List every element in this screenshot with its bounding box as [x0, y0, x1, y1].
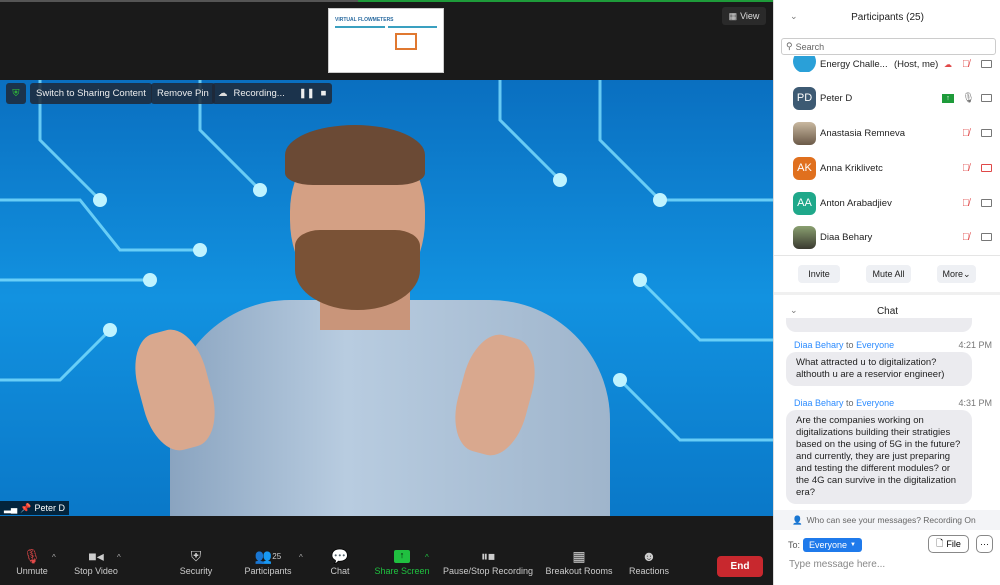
video-camera-icon[interactable]: [981, 129, 992, 137]
speaker-hair: [285, 125, 425, 185]
thumbnail-title: VIRTUAL FLOWMETERS: [335, 17, 394, 23]
muted-mic-icon: 🎙: [23, 547, 41, 564]
chat-message: Are the companies working on digitalizat…: [786, 410, 972, 504]
visibility-note[interactable]: 👤 Who can see your messages? Recording On: [774, 510, 1000, 530]
video-camera-icon[interactable]: [981, 60, 992, 68]
divider: [774, 255, 1000, 256]
share-indicator-line: [358, 0, 773, 2]
participant-row[interactable]: Diaa Behary 🎙̸: [774, 220, 1000, 254]
participant-row[interactable]: PD Peter D ↑ 🎙: [774, 81, 1000, 115]
shared-content-thumbnail[interactable]: VIRTUAL FLOWMETERS: [328, 8, 444, 73]
host-avatar-logo: [793, 56, 816, 72]
muted-mic-icon[interactable]: 🎙̸: [962, 198, 970, 209]
avatar: AK: [793, 156, 816, 180]
invite-button[interactable]: Invite: [798, 265, 840, 283]
chat-message: What attracted u to digitalization? alth…: [786, 352, 972, 386]
chat-bubble-icon: 💬: [331, 547, 349, 564]
more-button[interactable]: More ⌄: [937, 265, 976, 283]
pause-stop-recording-button[interactable]: ⏸⏹ Pause/Stop Recording: [442, 546, 534, 577]
grid-icon: ▦: [728, 10, 738, 21]
video-options-caret[interactable]: ^: [117, 553, 121, 562]
search-icon: ⚲: [786, 41, 793, 51]
view-button[interactable]: ▦ View: [722, 7, 766, 25]
participants-title: Participants (25): [851, 12, 924, 23]
muted-mic-icon[interactable]: 🎙̸: [962, 59, 970, 70]
share-arrow-icon: ↑: [394, 549, 410, 563]
audio-options-caret[interactable]: ^: [52, 553, 56, 562]
participants-search-input[interactable]: ⚲ Search: [781, 38, 996, 55]
avatar: AA: [793, 191, 816, 215]
muted-mic-icon[interactable]: 🎙̸: [962, 232, 970, 243]
chat-more-button[interactable]: ···: [976, 535, 993, 553]
participant-row[interactable]: AK Anna Kriklivetc 🎙̸: [774, 151, 1000, 185]
video-off-icon[interactable]: [981, 164, 992, 172]
mute-all-button[interactable]: Mute All: [866, 265, 911, 283]
pin-icon: 📌: [20, 502, 32, 513]
file-icon: 🗋: [936, 538, 944, 548]
participants-button[interactable]: 👥 25 Participants: [240, 546, 296, 577]
muted-mic-icon[interactable]: 🎙̸: [962, 163, 970, 174]
message-time: 4:31 PM: [958, 398, 992, 408]
avatar-photo: [793, 225, 816, 249]
chat-button[interactable]: 💬 Chat: [325, 546, 355, 577]
speaker-name-label: ▂▄ 📌 Peter D: [0, 501, 70, 515]
file-button[interactable]: 🗋 File: [928, 535, 969, 553]
security-button[interactable]: ⛨ Security: [176, 546, 216, 577]
to-label: To:: [788, 540, 801, 550]
speaker-body: [170, 300, 610, 516]
stop-icon[interactable]: ■: [321, 88, 327, 99]
recording-indicator[interactable]: ☁ Recording... ❚❚ ■: [212, 83, 332, 104]
security-shield-button[interactable]: ⛨: [6, 83, 26, 104]
avatar-photo: [793, 121, 816, 145]
person-info-icon: 👤: [792, 514, 803, 525]
breakout-rooms-button[interactable]: ▦ Breakout Rooms: [545, 546, 613, 577]
people-icon: 👥: [254, 547, 273, 564]
share-screen-button[interactable]: ↑ Share Screen: [372, 546, 432, 576]
remove-pin-button[interactable]: Remove Pin: [151, 83, 215, 104]
chevron-down-icon: ⌄: [962, 268, 971, 279]
reactions-button[interactable]: ☻ Reactions: [627, 546, 671, 576]
stop-video-button[interactable]: ■◂ Stop Video: [70, 546, 122, 577]
signal-icon: ▂▄: [4, 502, 18, 513]
chat-title: Chat: [876, 306, 899, 317]
switch-to-sharing-button[interactable]: Switch to Sharing Content: [30, 83, 152, 104]
recording-cloud-icon: ☁: [944, 59, 952, 69]
panel-separator: [774, 292, 1000, 295]
screen-sharing-icon: ↑: [942, 93, 954, 103]
smiley-plus-icon: ☻: [641, 548, 657, 564]
meeting-area: VIRTUAL FLOWMETERS ▦ View ⛨ Switch to Sha…: [0, 0, 773, 585]
muted-mic-icon[interactable]: 🎙̸: [962, 128, 970, 139]
speaker-beard: [295, 230, 420, 310]
participant-row[interactable]: Energy Challe... (Host, me) ☁ 🎙̸: [774, 56, 1000, 72]
participants-count: 25: [272, 551, 282, 561]
previous-message-bubble: [786, 318, 972, 332]
mic-icon[interactable]: 🎙: [962, 93, 975, 104]
participants-options-caret[interactable]: ^: [299, 553, 303, 562]
video-camera-icon: ■◂: [88, 547, 104, 564]
message-time: 4:21 PM: [958, 340, 992, 350]
avatar: PD: [793, 86, 816, 110]
share-options-caret[interactable]: ^: [425, 553, 429, 562]
shield-icon: ⛨: [190, 547, 202, 564]
cloud-record-icon: ☁: [218, 88, 228, 99]
caret-down-icon: ▼: [850, 542, 856, 548]
video-camera-icon[interactable]: [981, 199, 992, 207]
video-camera-icon[interactable]: [981, 233, 992, 241]
message-header: Diaa Behary to Everyone: [794, 340, 895, 350]
pause-icon[interactable]: ❚❚: [299, 88, 315, 99]
participants-icon-group: 👥 25: [240, 546, 296, 566]
participant-row[interactable]: AA Anton Arabadjiev 🎙̸: [774, 186, 1000, 220]
unmute-button[interactable]: 🎙 Unmute: [12, 546, 52, 577]
pause-stop-icon: ⏸⏹: [481, 547, 495, 564]
grid-icon: ▦: [572, 547, 586, 564]
chat-message-input[interactable]: Type message here...: [789, 559, 885, 570]
message-header: Diaa Behary to Everyone: [794, 398, 895, 408]
video-camera-icon[interactable]: [981, 94, 992, 102]
recipient-dropdown[interactable]: Everyone ▼: [803, 538, 862, 552]
end-meeting-button[interactable]: End: [717, 556, 763, 577]
participant-row[interactable]: Anastasia Remneva 🎙̸: [774, 116, 1000, 150]
side-panel: ⌄ Participants (25) ⚲ Search Energy Chall…: [773, 0, 1000, 585]
